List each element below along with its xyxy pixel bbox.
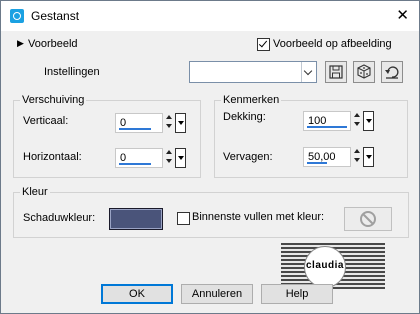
ok-button[interactable]: OK xyxy=(101,284,173,304)
down-arrow-icon[interactable] xyxy=(354,122,360,126)
app-icon xyxy=(10,9,24,23)
help-button[interactable]: Help xyxy=(261,284,333,304)
down-arrow-icon[interactable] xyxy=(166,124,172,128)
settings-dropdown[interactable] xyxy=(189,61,317,83)
blur-label: Vervagen: xyxy=(223,151,273,163)
vertical-label: Verticaal: xyxy=(23,115,69,127)
reset-icon xyxy=(385,66,399,79)
expand-arrow-icon[interactable]: ▶ xyxy=(17,38,24,49)
blur-input[interactable]: 50,00 xyxy=(303,147,351,167)
reset-defaults-button[interactable] xyxy=(381,61,403,83)
vertical-spinner[interactable]: 0 xyxy=(115,113,187,133)
opacity-slider-bar[interactable] xyxy=(307,126,347,128)
vertical-slider-bar[interactable] xyxy=(119,128,151,130)
opacity-label: Dekking: xyxy=(223,111,266,123)
dice-icon xyxy=(357,64,371,79)
no-color-icon xyxy=(360,211,376,227)
settings-label: Instellingen xyxy=(44,66,100,78)
up-arrow-icon[interactable] xyxy=(354,149,360,153)
fill-color-swatch[interactable] xyxy=(344,207,392,231)
offset-group-title: Verschuiving xyxy=(20,94,87,106)
horizontal-label: Horizontaal: xyxy=(23,151,82,163)
blur-spinner[interactable]: 50,00 xyxy=(303,147,375,167)
cancel-button[interactable]: Annuleren xyxy=(181,284,253,304)
blur-stepper[interactable] xyxy=(353,147,362,167)
vertical-stepper[interactable] xyxy=(165,113,174,133)
up-arrow-icon[interactable] xyxy=(166,115,172,119)
opacity-spinner[interactable]: 100 xyxy=(303,111,375,131)
randomize-button[interactable] xyxy=(353,61,375,83)
horizontal-dropdown-button[interactable] xyxy=(175,148,186,168)
horizontal-input[interactable]: 0 xyxy=(115,148,163,168)
title-bar: Gestanst ✕ xyxy=(1,1,419,31)
up-arrow-icon[interactable] xyxy=(354,113,360,117)
up-arrow-icon[interactable] xyxy=(166,150,172,154)
color-group-title: Kleur xyxy=(20,186,50,198)
close-icon[interactable]: ✕ xyxy=(396,6,409,24)
save-preset-button[interactable] xyxy=(325,61,347,83)
down-arrow-icon[interactable] xyxy=(166,159,172,163)
blur-slider-bar[interactable] xyxy=(307,162,327,164)
fill-inner-checkbox[interactable] xyxy=(177,212,190,225)
window-title: Gestanst xyxy=(31,9,80,23)
blur-dropdown-button[interactable] xyxy=(363,147,374,167)
shadow-color-swatch[interactable] xyxy=(109,208,163,230)
opacity-stepper[interactable] xyxy=(353,111,362,131)
horizontal-slider-bar[interactable] xyxy=(119,163,151,165)
vertical-dropdown-button[interactable] xyxy=(175,113,186,133)
preview-on-image-checkbox[interactable] xyxy=(257,38,270,51)
opacity-dropdown-button[interactable] xyxy=(363,111,374,131)
shadow-color-label: Schaduwkleur: xyxy=(23,212,96,224)
vertical-input[interactable]: 0 xyxy=(115,113,163,133)
fill-inner-label[interactable]: Binnenste vullen met kleur: xyxy=(192,211,324,223)
preview-label[interactable]: Voorbeeld xyxy=(28,38,78,50)
horizontal-spinner[interactable]: 0 xyxy=(115,148,187,168)
watermark-text: claudia xyxy=(306,260,344,271)
properties-group-title: Kenmerken xyxy=(221,94,282,106)
opacity-input[interactable]: 100 xyxy=(303,111,351,131)
preview-on-image-label[interactable]: Voorbeeld op afbeelding xyxy=(273,38,392,50)
chevron-down-icon xyxy=(301,62,316,82)
horizontal-stepper[interactable] xyxy=(165,148,174,168)
floppy-disk-icon xyxy=(329,65,343,79)
dialog-window: Gestanst ✕ ▶ Voorbeeld Voorbeeld op afbe… xyxy=(0,0,420,314)
down-arrow-icon[interactable] xyxy=(354,158,360,162)
